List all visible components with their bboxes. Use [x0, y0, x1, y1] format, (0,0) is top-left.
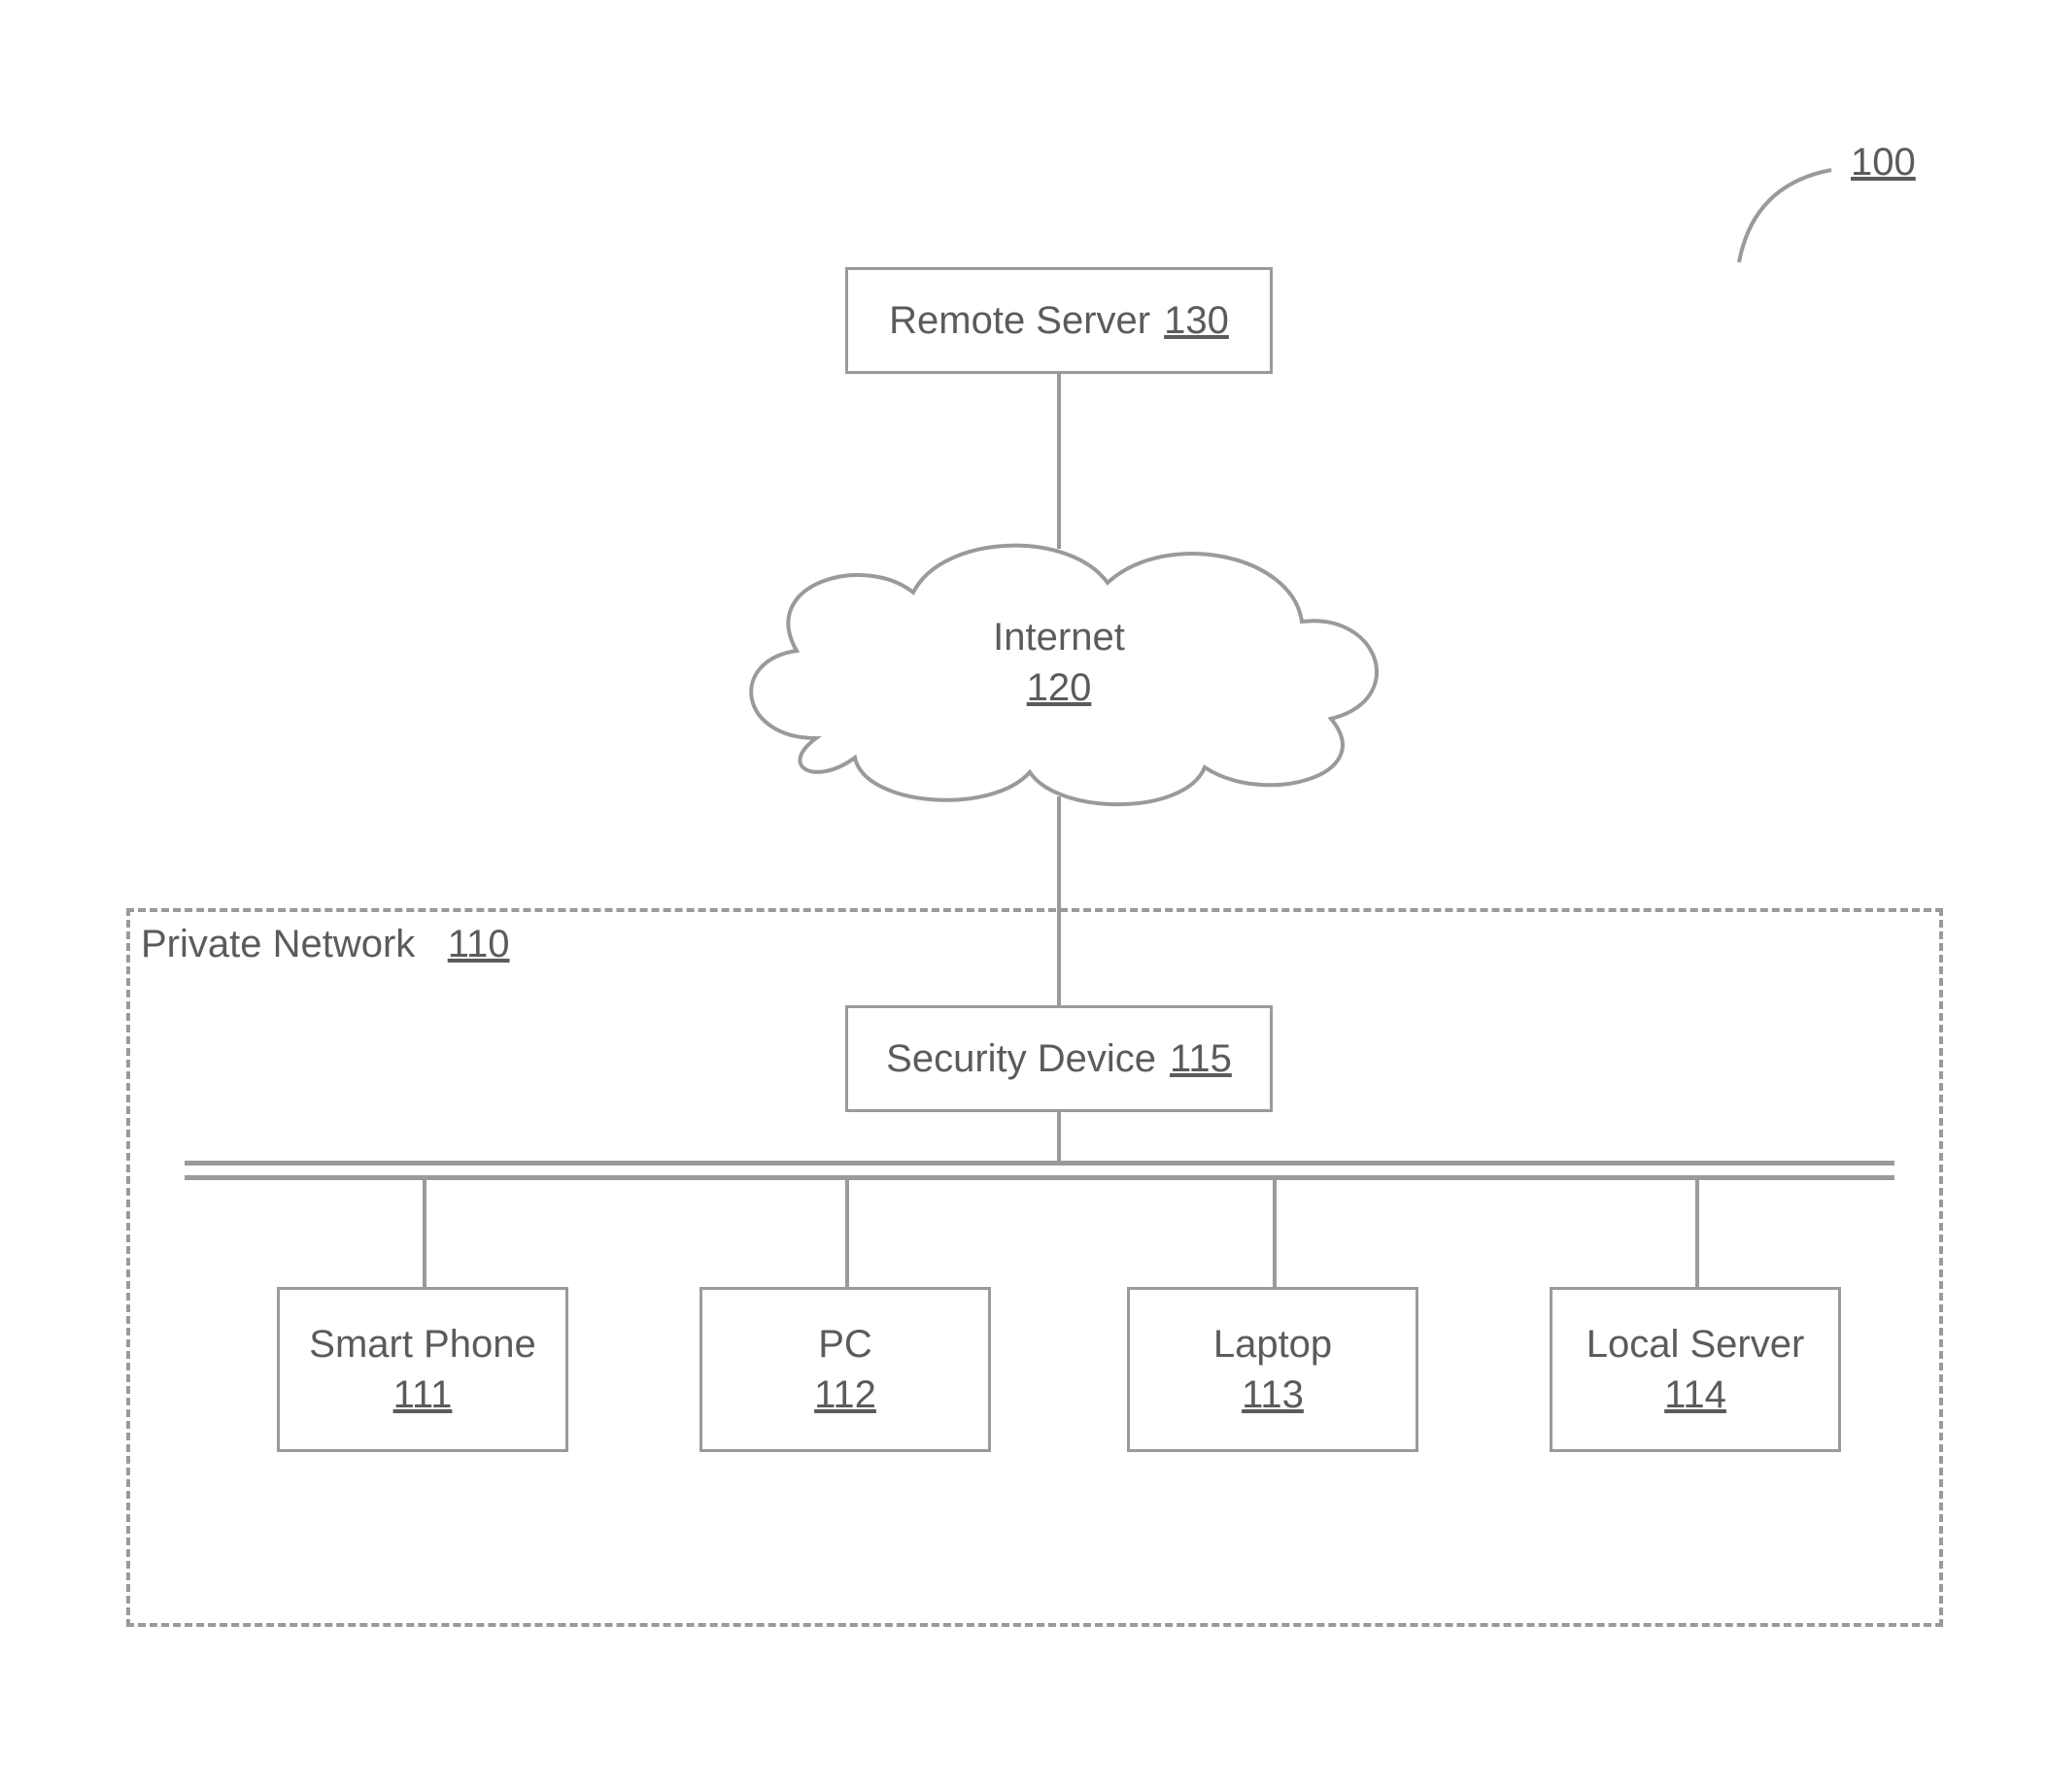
laptop-label: Laptop	[1213, 1319, 1332, 1369]
laptop-box: Laptop 113	[1127, 1287, 1418, 1452]
private-network-label: Private Network	[141, 923, 415, 965]
connector-security-bus	[1057, 1112, 1061, 1161]
private-network-label-group: Private Network 110	[141, 923, 509, 966]
pc-num: 112	[814, 1369, 876, 1420]
security-device-label: Security Device	[886, 1033, 1156, 1084]
local-server-label: Local Server	[1586, 1319, 1805, 1369]
figure-arc	[1724, 160, 1841, 277]
remote-server-label: Remote Server	[889, 295, 1150, 346]
local-server-box: Local Server 114	[1550, 1287, 1841, 1452]
connector-bus-smartphone	[423, 1180, 426, 1287]
internet-label-group: Internet 120	[913, 612, 1205, 713]
security-device-box: Security Device 115	[845, 1005, 1273, 1112]
internet-num: 120	[913, 662, 1205, 713]
connector-bus-laptop	[1273, 1180, 1277, 1287]
pc-label: PC	[818, 1319, 872, 1369]
remote-server-num: 130	[1164, 295, 1229, 346]
local-server-num: 114	[1664, 1369, 1726, 1420]
connector-bus-localserver	[1695, 1180, 1699, 1287]
laptop-num: 113	[1242, 1369, 1304, 1420]
private-network-num: 110	[448, 923, 510, 965]
smart-phone-num: 111	[393, 1369, 453, 1420]
internet-label: Internet	[913, 612, 1205, 662]
security-device-num: 115	[1170, 1033, 1232, 1084]
network-bus	[185, 1161, 1894, 1180]
remote-server-box: Remote Server 130	[845, 267, 1273, 374]
pc-box: PC 112	[699, 1287, 991, 1452]
smart-phone-label: Smart Phone	[309, 1319, 535, 1369]
smart-phone-box: Smart Phone 111	[277, 1287, 568, 1452]
connector-bus-pc	[845, 1180, 849, 1287]
figure-number: 100	[1851, 141, 1916, 185]
diagram-canvas: 100 Remote Server 130 Internet 120 Priva…	[0, 0, 2047, 1792]
